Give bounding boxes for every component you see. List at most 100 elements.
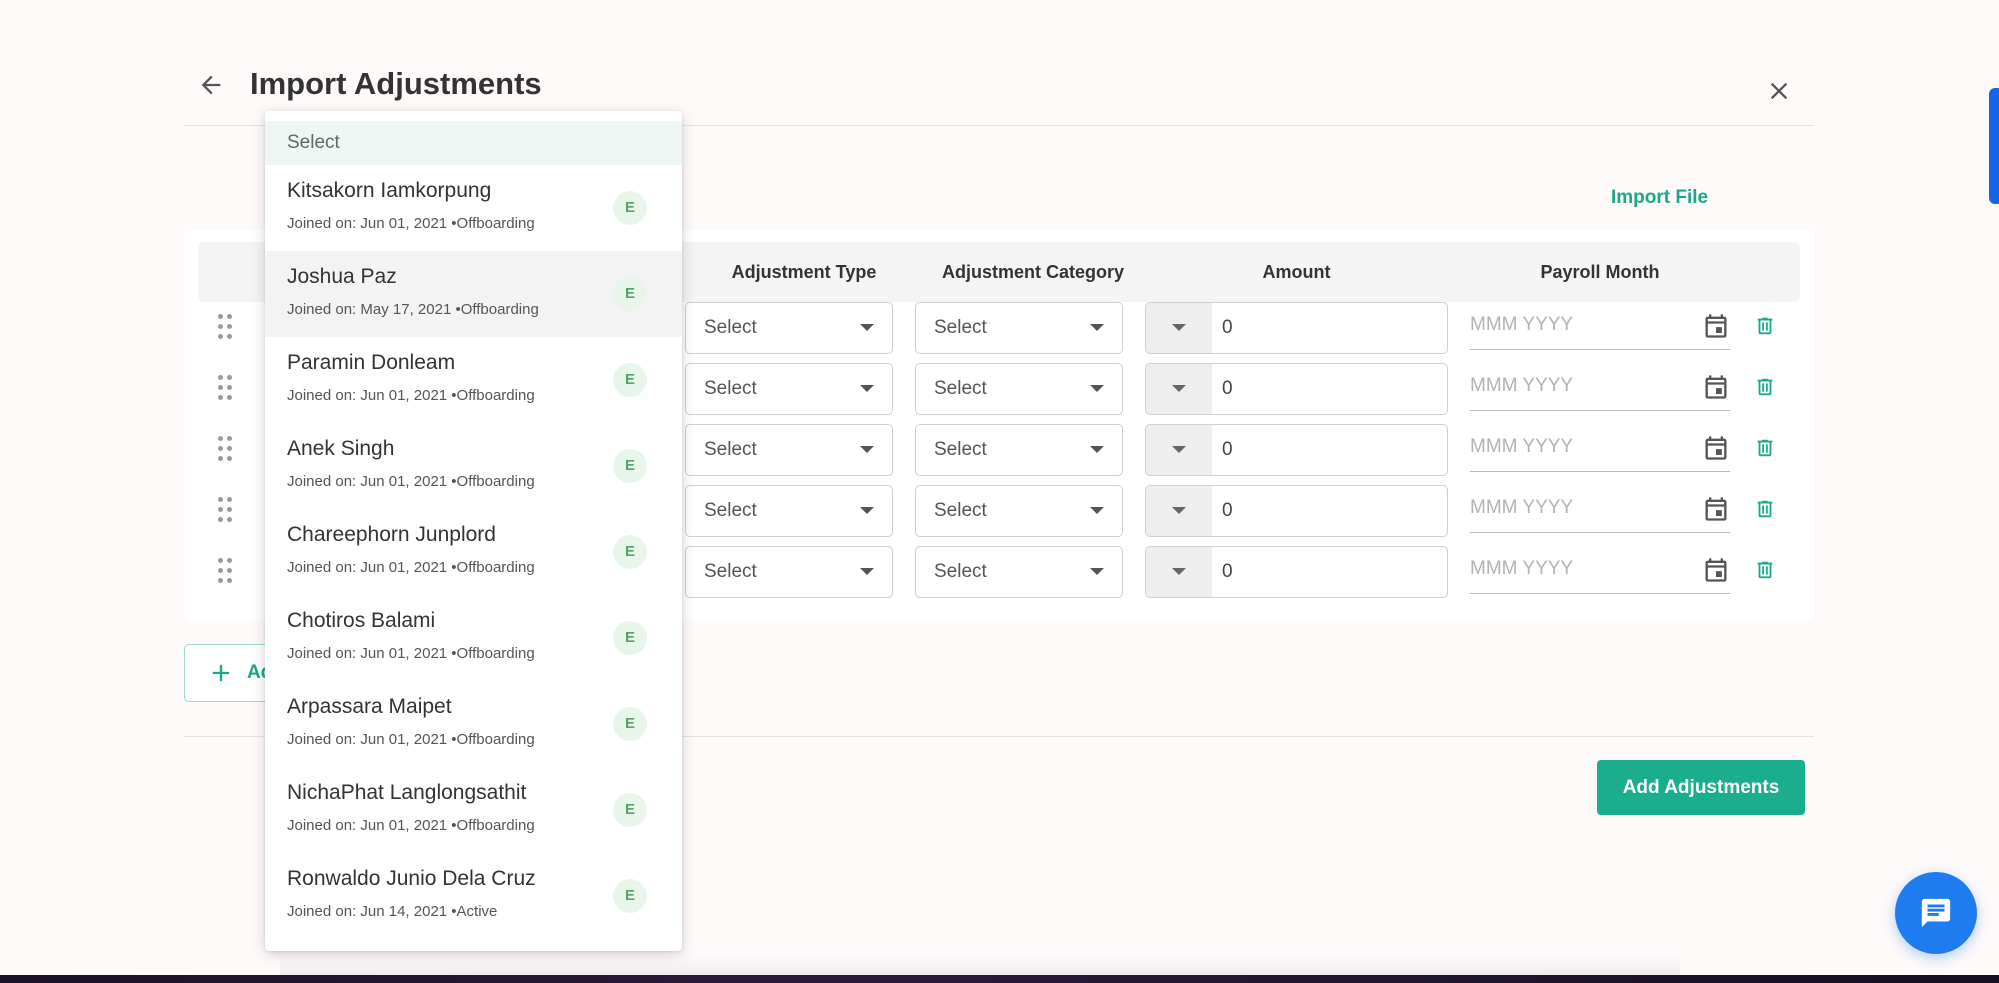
employee-option[interactable]: Chareephorn Junplord Joined on: Jun 01, … bbox=[265, 509, 682, 595]
chevron-down-icon bbox=[1172, 385, 1186, 392]
employee-type-badge: E bbox=[613, 363, 647, 397]
taskbar-strip bbox=[0, 975, 1999, 983]
employee-meta: Joined on: Jun 01, 2021 •Offboarding bbox=[287, 817, 535, 834]
column-header-payroll-month: Payroll Month bbox=[1540, 262, 1660, 282]
window-edge-accent bbox=[1989, 88, 1999, 204]
employee-meta: Joined on: Jun 14, 2021 •Active bbox=[287, 903, 498, 920]
adjustment-category-value: Select bbox=[934, 317, 987, 338]
import-file-link[interactable]: Import File bbox=[1611, 187, 1708, 209]
employee-type-badge: E bbox=[613, 535, 647, 569]
amount-input[interactable]: 0 bbox=[1222, 303, 1233, 352]
drag-handle-icon[interactable] bbox=[218, 375, 232, 401]
arrow-left-icon bbox=[201, 75, 221, 95]
employee-option[interactable]: NichaPhat Langlongsathit Joined on: Jun … bbox=[265, 767, 682, 853]
trash-icon[interactable] bbox=[1754, 375, 1776, 399]
trash-icon[interactable] bbox=[1754, 497, 1776, 521]
bottom-shadow bbox=[280, 955, 1680, 975]
employee-type-badge: E bbox=[613, 449, 647, 483]
amount-field: 0 bbox=[1145, 302, 1448, 354]
employee-meta: Joined on: Jun 01, 2021 •Offboarding bbox=[287, 645, 535, 662]
payroll-month-input[interactable]: MMM YYYY bbox=[1470, 487, 1730, 533]
chevron-down-icon bbox=[1172, 568, 1186, 575]
trash-icon[interactable] bbox=[1754, 436, 1776, 460]
drag-handle-icon[interactable] bbox=[218, 497, 232, 523]
employee-option[interactable]: Kitsakorn Iamkorpung Joined on: Jun 01, … bbox=[265, 165, 682, 251]
adjustment-category-select[interactable]: Select bbox=[915, 424, 1123, 476]
calendar-icon[interactable] bbox=[1702, 434, 1730, 462]
employee-name: Joshua Paz bbox=[287, 265, 397, 288]
close-button[interactable] bbox=[1762, 74, 1796, 108]
trash-icon[interactable] bbox=[1754, 558, 1776, 582]
amount-field: 0 bbox=[1145, 546, 1448, 598]
employee-meta: Joined on: Jun 01, 2021 •Offboarding bbox=[287, 215, 535, 232]
back-button[interactable] bbox=[194, 68, 228, 102]
adjustment-type-value: Select bbox=[704, 561, 757, 582]
drag-handle-icon[interactable] bbox=[218, 314, 232, 340]
currency-select[interactable] bbox=[1146, 425, 1212, 475]
employee-option[interactable]: Arpassara Maipet Joined on: Jun 01, 2021… bbox=[265, 681, 682, 767]
calendar-icon[interactable] bbox=[1702, 495, 1730, 523]
currency-select[interactable] bbox=[1146, 486, 1212, 536]
payroll-month-input[interactable]: MMM YYYY bbox=[1470, 548, 1730, 594]
employee-option[interactable]: Anek Singh Joined on: Jun 01, 2021 •Offb… bbox=[265, 423, 682, 509]
employee-name: Kitsakorn Iamkorpung bbox=[287, 179, 492, 202]
chevron-down-icon bbox=[1090, 385, 1104, 392]
employee-meta: Joined on: Jun 01, 2021 •Offboarding bbox=[287, 387, 535, 404]
adjustment-type-select[interactable]: Select bbox=[685, 485, 893, 537]
adjustment-category-value: Select bbox=[934, 500, 987, 521]
close-icon bbox=[1770, 82, 1788, 100]
adjustment-category-select[interactable]: Select bbox=[915, 546, 1123, 598]
amount-input[interactable]: 0 bbox=[1222, 486, 1233, 535]
adjustment-type-select[interactable]: Select bbox=[685, 363, 893, 415]
amount-input[interactable]: 0 bbox=[1222, 547, 1233, 596]
currency-select[interactable] bbox=[1146, 303, 1212, 353]
amount-field: 0 bbox=[1145, 424, 1448, 476]
drag-handle-icon[interactable] bbox=[218, 436, 232, 462]
amount-input[interactable]: 0 bbox=[1222, 364, 1233, 413]
employee-option[interactable]: Ronwaldo Junio Dela Cruz Joined on: Jun … bbox=[265, 853, 682, 939]
employee-dropdown-menu: Select Kitsakorn Iamkorpung Joined on: J… bbox=[265, 111, 682, 951]
trash-icon[interactable] bbox=[1754, 314, 1776, 338]
payroll-month-input[interactable]: MMM YYYY bbox=[1470, 365, 1730, 411]
chevron-down-icon bbox=[1090, 324, 1104, 331]
adjustment-category-value: Select bbox=[934, 439, 987, 460]
chevron-down-icon bbox=[1172, 446, 1186, 453]
add-adjustments-button[interactable]: Add Adjustments bbox=[1597, 760, 1805, 815]
employee-type-badge: E bbox=[613, 707, 647, 741]
employee-option[interactable]: Paramin Donleam Joined on: Jun 01, 2021 … bbox=[265, 337, 682, 423]
employee-name: Anek Singh bbox=[287, 437, 395, 460]
payroll-month-input[interactable]: MMM YYYY bbox=[1470, 426, 1730, 472]
adjustment-type-value: Select bbox=[704, 378, 757, 399]
adjustment-category-select[interactable]: Select bbox=[915, 363, 1123, 415]
employee-type-badge: E bbox=[613, 879, 647, 913]
adjustment-type-value: Select bbox=[704, 439, 757, 460]
currency-select[interactable] bbox=[1146, 364, 1212, 414]
adjustment-category-value: Select bbox=[934, 378, 987, 399]
calendar-icon[interactable] bbox=[1702, 556, 1730, 584]
employee-meta: Joined on: Jun 01, 2021 •Offboarding bbox=[287, 473, 535, 490]
dropdown-placeholder-option[interactable]: Select bbox=[265, 121, 682, 165]
employee-name: NichaPhat Langlongsathit bbox=[287, 781, 527, 804]
employee-meta: Joined on: Jun 01, 2021 •Offboarding bbox=[287, 559, 535, 576]
adjustment-type-select[interactable]: Select bbox=[685, 302, 893, 354]
adjustment-type-select[interactable]: Select bbox=[685, 546, 893, 598]
amount-input[interactable]: 0 bbox=[1222, 425, 1233, 474]
currency-select[interactable] bbox=[1146, 547, 1212, 597]
employee-option[interactable]: Joshua Paz Joined on: May 17, 2021 •Offb… bbox=[265, 251, 682, 337]
adjustment-category-select[interactable]: Select bbox=[915, 485, 1123, 537]
chat-button[interactable] bbox=[1895, 872, 1977, 954]
chevron-down-icon bbox=[860, 446, 874, 453]
chevron-down-icon bbox=[1090, 446, 1104, 453]
calendar-icon[interactable] bbox=[1702, 373, 1730, 401]
employee-type-badge: E bbox=[613, 191, 647, 225]
adjustment-type-select[interactable]: Select bbox=[685, 424, 893, 476]
payroll-month-input[interactable]: MMM YYYY bbox=[1470, 304, 1730, 350]
column-header-adjustment-category: Adjustment Category bbox=[941, 262, 1125, 282]
employee-type-badge: E bbox=[613, 277, 647, 311]
adjustment-category-select[interactable]: Select bbox=[915, 302, 1123, 354]
drag-handle-icon[interactable] bbox=[218, 558, 232, 584]
amount-field: 0 bbox=[1145, 485, 1448, 537]
calendar-icon[interactable] bbox=[1702, 312, 1730, 340]
adjustment-type-value: Select bbox=[704, 500, 757, 521]
employee-option[interactable]: Chotiros Balami Joined on: Jun 01, 2021 … bbox=[265, 595, 682, 681]
